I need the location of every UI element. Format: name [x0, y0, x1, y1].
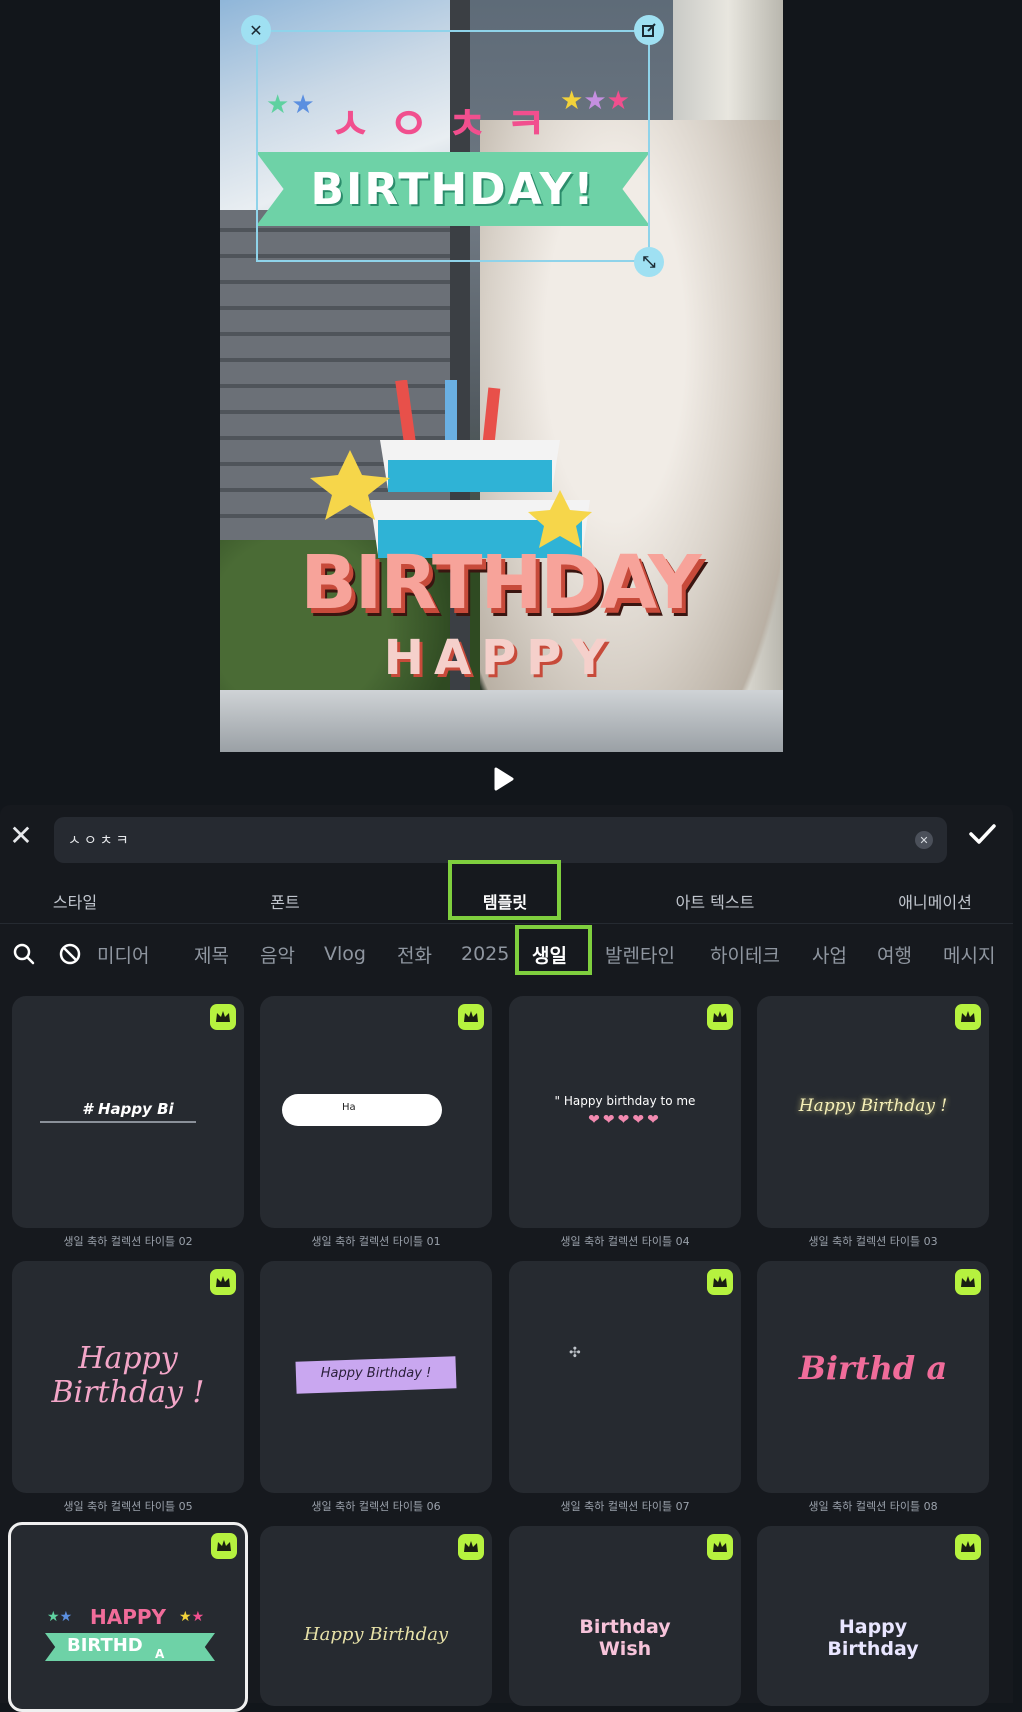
crown-icon	[707, 1534, 733, 1560]
template-caption: 생일 축하 컬렉션 타이틀 02	[63, 1235, 193, 1248]
template-preview-line2: BIRTHD	[67, 1635, 143, 1656]
crown-icon	[458, 1534, 484, 1560]
chip-travel[interactable]: 여행	[877, 936, 912, 972]
template-preview-text: Ha	[342, 1102, 356, 1113]
chip-call[interactable]: 전화	[397, 936, 432, 972]
template-preview-text: " Happy birthday to me	[554, 1094, 696, 1108]
no-style-icon[interactable]	[58, 936, 82, 972]
template-caption: 생일 축하 컬렉션 타이틀 08	[808, 1500, 938, 1513]
play-icon[interactable]	[490, 766, 516, 792]
cake-big-text: BIRTHDAY	[300, 540, 701, 626]
template-caption: 생일 축하 컬렉션 타이틀 06	[311, 1500, 441, 1513]
template-caption: 생일 축하 컬렉션 타이틀 01	[311, 1235, 441, 1248]
template-card[interactable]: Birthd a	[757, 1261, 989, 1493]
template-grid: # Happy Bi 생일 축하 컬렉션 타이틀 02 Ha 생일 축하 컬렉션…	[0, 990, 1013, 1712]
selection-box[interactable]	[256, 30, 650, 262]
resize-icon[interactable]: ⤡	[634, 247, 664, 277]
check-icon[interactable]	[967, 819, 997, 849]
template-caption: 생일 축하 컬렉션 타이틀 05	[63, 1500, 193, 1513]
template-preview-line1: Happy	[838, 1616, 908, 1638]
category-chips: 미디어 제목 음악 Vlog 전화 2025 생일 발렌타인 하이테크 사업 여…	[0, 923, 1013, 984]
crown-icon	[707, 1004, 733, 1030]
crown-icon	[210, 1269, 236, 1295]
video-preview: ★★ ㅅㅇㅊㅋ ★★★ BIRTHDAY! ✕ ⤡ BIRTHDAY HAPPY	[0, 0, 1022, 805]
chip-media[interactable]: 미디어	[97, 936, 149, 972]
chip-message[interactable]: 메시지	[943, 936, 995, 972]
template-caption: 생일 축하 컬렉션 타이틀 04	[560, 1235, 690, 1248]
template-card-selected[interactable]: ★★ HAPPY ★★ BIRTHD A	[8, 1522, 248, 1712]
text-input-value: ㅅㅇㅊㅋ	[68, 833, 132, 849]
template-caption: 생일 축하 컬렉션 타이틀 07	[560, 1500, 690, 1513]
speech-bubble	[282, 1094, 442, 1126]
template-card[interactable]: Birthday Wish	[509, 1526, 741, 1706]
clear-text-button[interactable]: ✕	[915, 831, 933, 849]
template-card[interactable]: Happy Birthday !	[12, 1261, 244, 1493]
chip-2025[interactable]: 2025	[461, 936, 509, 972]
tab-highlight-box	[448, 860, 561, 920]
template-card[interactable]: " Happy birthday to me ❤❤❤❤❤	[509, 996, 741, 1228]
template-preview-text: Happy Birthday	[303, 1624, 449, 1645]
chip-music[interactable]: 음악	[260, 936, 295, 972]
template-card[interactable]: Happy Birthday	[757, 1526, 989, 1706]
underline	[40, 1121, 196, 1123]
tab-font[interactable]: 폰트	[230, 875, 340, 927]
crown-icon	[458, 1004, 484, 1030]
chip-title[interactable]: 제목	[194, 936, 229, 972]
cake-small-text: HAPPY	[383, 630, 617, 686]
template-preview-line2: Birthday	[827, 1638, 919, 1660]
template-preview-line2: Birthday !	[51, 1375, 205, 1410]
crown-icon	[210, 1004, 236, 1030]
template-preview-text: Birthd a	[798, 1349, 948, 1387]
sparkle-icon: ✣	[569, 1345, 581, 1361]
template-card[interactable]: ✣	[509, 1261, 741, 1493]
tab-style[interactable]: 스타일	[20, 875, 130, 927]
tab-art-text[interactable]: 아트 텍스트	[650, 875, 780, 927]
chip-highlight-box	[515, 925, 592, 975]
crown-icon	[955, 1004, 981, 1030]
search-icon[interactable]	[12, 936, 36, 972]
close-icon[interactable]: ✕	[8, 822, 34, 850]
chip-business[interactable]: 사업	[812, 936, 847, 972]
template-preview-text: Happy Birthday !	[320, 1366, 432, 1381]
crown-icon	[707, 1269, 733, 1295]
chip-hightech[interactable]: 하이테크	[710, 936, 780, 972]
template-card[interactable]: Happy Birthday !	[260, 1261, 492, 1493]
crown-icon	[955, 1534, 981, 1560]
template-preview-line1: HAPPY	[89, 1605, 166, 1629]
text-input[interactable]: ㅅㅇㅊㅋ ✕	[54, 817, 947, 863]
cake-sticker[interactable]: BIRTHDAY HAPPY	[300, 379, 702, 720]
close-icon[interactable]: ✕	[241, 15, 271, 45]
template-preview-text: # Happy Bi	[82, 1100, 174, 1118]
template-preview-line2: Wish	[598, 1638, 652, 1660]
template-card[interactable]: Happy Birthday !	[757, 996, 989, 1228]
crown-icon	[955, 1269, 981, 1295]
template-card[interactable]: Happy Birthday	[260, 1526, 492, 1706]
hearts-decoration: ❤❤❤❤❤	[588, 1112, 662, 1128]
edit-icon[interactable]	[634, 15, 664, 45]
tab-animation[interactable]: 애니메이션	[870, 875, 1000, 927]
template-card[interactable]: Ha	[260, 996, 492, 1228]
template-preview-line1: Birthday	[579, 1616, 671, 1638]
chip-valentine[interactable]: 발렌타인	[605, 936, 675, 972]
crown-icon	[211, 1533, 237, 1559]
template-preview-text: Happy Birthday !	[798, 1096, 948, 1116]
stars-decoration-right: ★★	[179, 1609, 205, 1625]
text-editor-panel: ✕ ㅅㅇㅊㅋ ✕ 스타일 폰트 템플릿 아트 텍스트 애니메이션 미디어 제목 …	[0, 805, 1013, 1712]
template-preview-line1: Happy	[78, 1341, 178, 1376]
template-preview-line3: A	[155, 1647, 165, 1661]
chip-vlog[interactable]: Vlog	[324, 936, 366, 972]
template-card[interactable]: # Happy Bi	[12, 996, 244, 1228]
template-caption: 생일 축하 컬렉션 타이틀 03	[808, 1235, 938, 1248]
